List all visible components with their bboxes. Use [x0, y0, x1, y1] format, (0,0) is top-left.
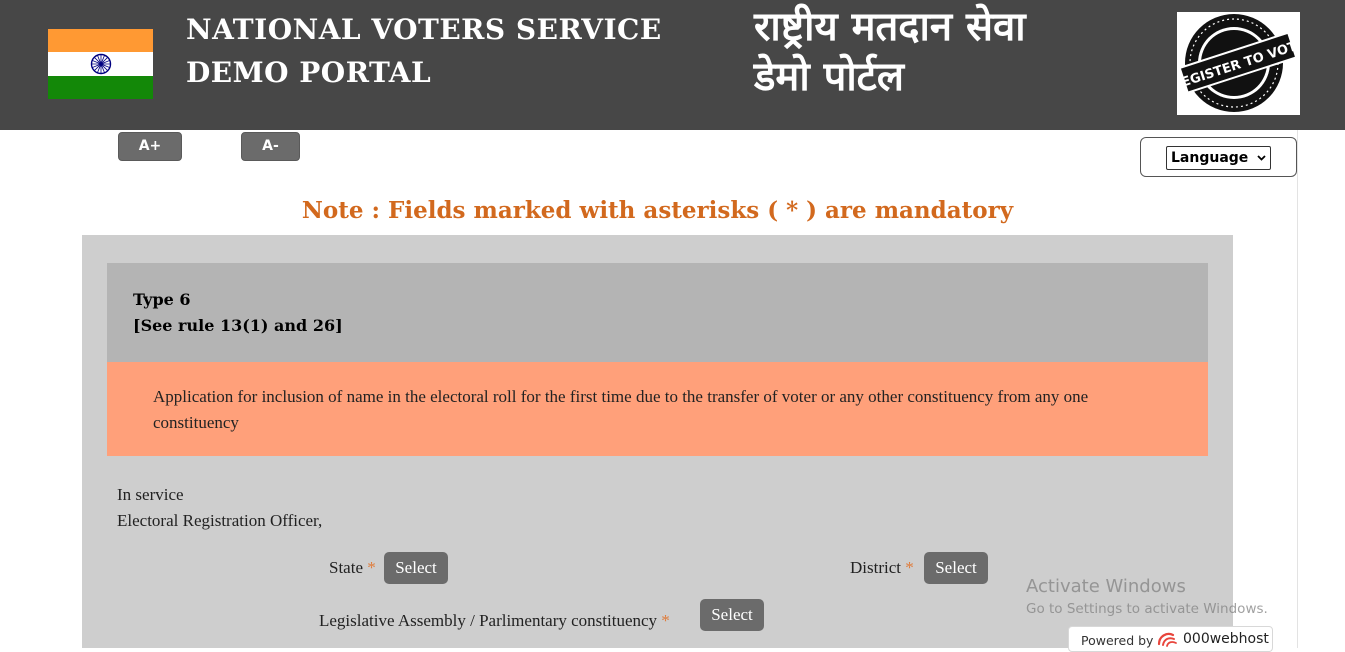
- state-label-text: State: [329, 558, 363, 577]
- chevron-down-icon: [1257, 147, 1266, 177]
- required-asterisk: *: [661, 611, 670, 630]
- india-flag-icon: [48, 29, 153, 99]
- register-to-vote-stamp-icon: REGISTER TO VOTE: [1170, 14, 1307, 112]
- title-en-line1: NATIONAL VOTERS SERVICE: [186, 13, 662, 46]
- addressee-line1: In service: [117, 485, 184, 504]
- webhost-name: 000webhost: [1183, 631, 1269, 647]
- register-to-vote-logo: REGISTER TO VOTE: [1170, 12, 1307, 115]
- addressee-line2: Electoral Registration Officer,: [117, 511, 323, 530]
- font-decrease-button[interactable]: A-: [241, 132, 300, 161]
- page-divider: [1297, 130, 1298, 648]
- application-description: Application for inclusion of name in the…: [153, 387, 1089, 432]
- district-label: District *: [850, 558, 914, 578]
- site-title-hindi: राष्ट्रीय मतदान सेवा डेमो पोर्टल: [754, 2, 1026, 102]
- language-select[interactable]: Language: [1166, 146, 1271, 170]
- form-type-title: Type 6: [133, 290, 191, 309]
- site-title-english: NATIONAL VOTERS SERVICE DEMO PORTAL: [186, 8, 662, 94]
- ashoka-chakra-icon: [90, 53, 111, 75]
- constituency-label: Legislative Assembly / Parlimentary cons…: [319, 611, 670, 631]
- district-label-text: District: [850, 558, 901, 577]
- font-increase-button[interactable]: A+: [118, 132, 182, 161]
- required-asterisk: *: [905, 558, 914, 577]
- constituency-select-button[interactable]: Select: [700, 599, 764, 631]
- language-container: Language: [1140, 137, 1297, 177]
- form-type-rule: [See rule 13(1) and 26]: [133, 316, 343, 335]
- powered-by-label: Powered by: [1081, 633, 1154, 648]
- title-hi-line1: राष्ट्रीय मतदान सेवा: [754, 4, 1026, 50]
- site-header: NATIONAL VOTERS SERVICE DEMO PORTAL राष्…: [0, 0, 1345, 130]
- language-select-label: Language: [1171, 150, 1249, 166]
- required-asterisk: *: [367, 558, 376, 577]
- addressee-block: In service Electoral Registration Office…: [117, 482, 322, 534]
- title-en-line2: DEMO PORTAL: [186, 56, 432, 89]
- form-type-header: Type 6 [See rule 13(1) and 26]: [107, 263, 1208, 362]
- title-hi-line2: डेमो पोर्टल: [754, 54, 904, 100]
- activate-windows-watermark: Activate Windows Go to Settings to activ…: [1026, 576, 1268, 620]
- mandatory-note: Note : Fields marked with asterisks ( * …: [301, 197, 1014, 224]
- district-select-button[interactable]: Select: [924, 552, 988, 584]
- watermark-subtitle: Go to Settings to activate Windows.: [1026, 601, 1268, 617]
- constituency-label-text: Legislative Assembly / Parlimentary cons…: [319, 611, 658, 630]
- state-select-button[interactable]: Select: [384, 552, 448, 584]
- state-label: State *: [329, 558, 376, 578]
- watermark-title: Activate Windows: [1026, 576, 1186, 597]
- application-banner: Application for inclusion of name in the…: [107, 362, 1208, 456]
- powered-by-badge[interactable]: Powered by 000webhost: [1068, 626, 1273, 652]
